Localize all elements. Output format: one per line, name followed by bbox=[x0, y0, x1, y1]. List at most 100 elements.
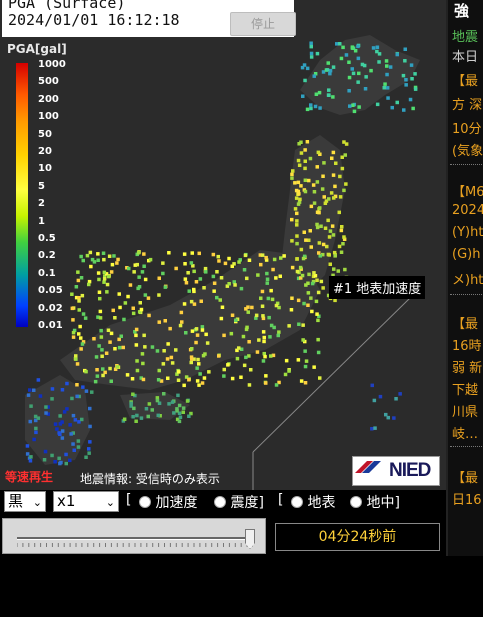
station-marker bbox=[81, 312, 86, 316]
station-marker bbox=[314, 92, 319, 96]
sidebar-line: 岐… bbox=[452, 427, 479, 442]
station-marker bbox=[87, 282, 91, 287]
station-marker bbox=[293, 207, 298, 211]
station-marker bbox=[131, 311, 136, 316]
station-marker bbox=[348, 104, 352, 108]
sidebar-line: 本日 bbox=[452, 50, 479, 65]
station-marker bbox=[386, 96, 390, 100]
station-marker bbox=[105, 290, 109, 294]
station-marker bbox=[80, 342, 85, 346]
station-marker bbox=[294, 196, 299, 200]
station-marker bbox=[295, 241, 299, 246]
station-marker bbox=[57, 431, 61, 435]
station-marker bbox=[303, 189, 308, 194]
station-marker bbox=[342, 235, 346, 239]
station-marker bbox=[222, 374, 226, 378]
station-marker bbox=[284, 358, 289, 363]
station-marker bbox=[246, 310, 250, 314]
station-marker bbox=[34, 426, 38, 431]
station-marker bbox=[141, 361, 145, 366]
scale-label: 10 bbox=[38, 163, 52, 175]
station-marker bbox=[195, 333, 200, 337]
station-marker bbox=[338, 42, 342, 46]
station-marker bbox=[113, 347, 117, 351]
background-color-select[interactable]: 黒 ⌄ bbox=[4, 491, 46, 512]
station-marker bbox=[334, 161, 338, 165]
station-marker bbox=[177, 403, 182, 408]
station-marker bbox=[309, 51, 314, 56]
station-marker bbox=[200, 328, 205, 332]
station-marker bbox=[304, 359, 309, 363]
radio-acceleration[interactable]: 加速度 bbox=[139, 492, 197, 512]
station-marker bbox=[321, 174, 325, 178]
station-marker bbox=[269, 323, 274, 328]
radio-surface[interactable]: 地表 bbox=[291, 492, 335, 512]
station-marker bbox=[245, 276, 249, 281]
station-marker bbox=[85, 253, 90, 258]
station-marker bbox=[131, 392, 135, 396]
station-marker bbox=[108, 366, 112, 371]
station-marker bbox=[87, 447, 91, 451]
station-marker bbox=[330, 156, 334, 160]
station-marker bbox=[265, 281, 269, 285]
station-marker bbox=[131, 306, 135, 310]
station-marker bbox=[134, 419, 138, 423]
station-marker bbox=[290, 172, 294, 177]
station-marker bbox=[315, 210, 320, 214]
station-marker bbox=[347, 89, 351, 93]
station-marker bbox=[131, 415, 135, 419]
station-marker bbox=[179, 310, 184, 315]
station-marker bbox=[102, 277, 107, 281]
station-marker bbox=[326, 93, 331, 97]
radio-icon bbox=[214, 496, 226, 508]
station-marker bbox=[200, 325, 205, 329]
station-marker bbox=[88, 406, 92, 411]
station-marker bbox=[378, 394, 383, 399]
stop-button[interactable]: 停止 bbox=[230, 12, 296, 36]
station-marker bbox=[247, 340, 251, 344]
station-marker bbox=[246, 305, 250, 309]
station-marker bbox=[84, 369, 88, 374]
station-marker bbox=[60, 388, 65, 392]
station-marker bbox=[289, 308, 294, 312]
station-marker bbox=[71, 335, 76, 339]
station-marker bbox=[189, 261, 194, 265]
station-marker bbox=[109, 270, 114, 274]
station-marker bbox=[115, 365, 120, 369]
station-marker bbox=[198, 277, 203, 281]
station-marker bbox=[157, 276, 161, 280]
station-marker bbox=[241, 334, 246, 339]
slider-ticks bbox=[17, 543, 253, 547]
station-marker bbox=[116, 257, 120, 262]
station-marker bbox=[338, 195, 343, 199]
station-marker bbox=[331, 65, 336, 69]
station-marker bbox=[205, 341, 210, 345]
radio-intensity[interactable]: 震度] bbox=[214, 492, 264, 512]
station-marker bbox=[101, 373, 105, 378]
station-marker bbox=[156, 413, 160, 418]
station-marker bbox=[101, 367, 105, 371]
scale-label: 20 bbox=[38, 146, 52, 157]
station-marker bbox=[207, 370, 211, 374]
station-marker bbox=[309, 55, 314, 59]
station-marker bbox=[211, 274, 216, 279]
station-marker bbox=[219, 316, 224, 321]
station-marker bbox=[257, 338, 261, 342]
station-marker bbox=[111, 308, 115, 313]
station-marker bbox=[58, 414, 62, 418]
station-marker bbox=[398, 392, 402, 396]
station-marker bbox=[370, 427, 374, 431]
station-marker bbox=[229, 331, 234, 336]
station-marker bbox=[300, 273, 305, 278]
intensity-map[interactable]: PGA (Surface) 2024/01/01 16:12:18 停止 PGA… bbox=[0, 0, 446, 490]
station-marker bbox=[98, 296, 102, 301]
logo-text: NIED bbox=[389, 460, 431, 481]
station-marker bbox=[108, 340, 112, 344]
station-marker bbox=[272, 257, 277, 262]
time-slider[interactable] bbox=[2, 518, 266, 554]
playback-speed-select[interactable]: x1 ⌄ bbox=[53, 491, 119, 512]
station-marker bbox=[137, 275, 141, 279]
station-marker bbox=[300, 65, 305, 70]
radio-underground[interactable]: 地中] bbox=[350, 492, 400, 512]
station-marker bbox=[43, 449, 48, 454]
